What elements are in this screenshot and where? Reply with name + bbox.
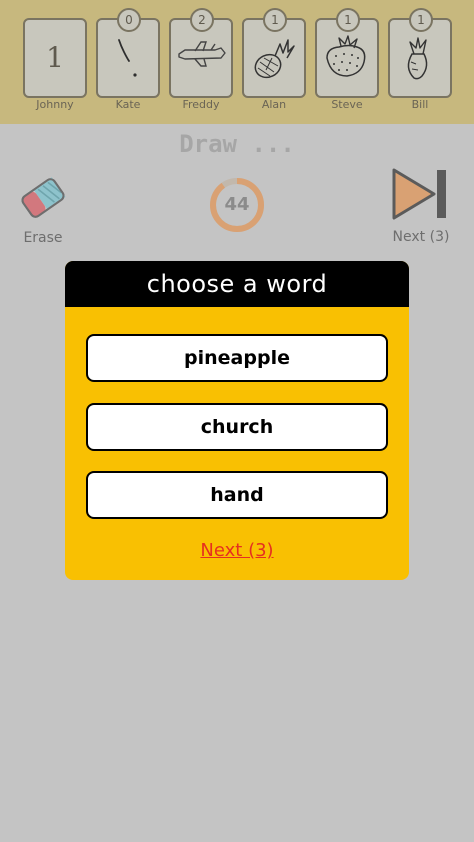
- player-name: Alan: [261, 98, 287, 111]
- next-label: Next (3): [392, 229, 450, 245]
- player-steve[interactable]: 1 Steve: [315, 0, 379, 124]
- player-bill[interactable]: 1 Bill: [388, 0, 452, 124]
- player-name: Bill: [411, 98, 429, 111]
- skip-next-icon: [392, 168, 446, 220]
- dialog-next-link[interactable]: Next (3): [65, 540, 409, 561]
- word-option-button[interactable]: hand: [86, 471, 388, 519]
- score-badge: 1: [409, 8, 433, 32]
- word-option-button[interactable]: pineapple: [86, 334, 388, 382]
- eraser-icon: [21, 177, 66, 218]
- countdown-timer: 44: [208, 176, 266, 234]
- score-badge: 0: [117, 8, 141, 32]
- player-freddy[interactable]: 2 Freddy: [169, 0, 233, 124]
- player-alan[interactable]: 1 Alan: [242, 0, 306, 124]
- dialog-title: choose a word: [65, 261, 409, 307]
- player-name: Kate: [115, 98, 141, 111]
- word-option-button[interactable]: church: [86, 403, 388, 451]
- erase-button[interactable]: Erase: [14, 168, 72, 252]
- timer-value: 44: [224, 194, 250, 215]
- score-badge: 1: [336, 8, 360, 32]
- player-johnny[interactable]: 1 Johnny: [23, 0, 87, 124]
- player-name: Johnny: [36, 98, 74, 111]
- score-badge: 2: [190, 8, 214, 32]
- player-bar: 1 Johnny 0 Kate 2 Freddy 1 Alan 1 Steve …: [0, 0, 474, 124]
- player-kate[interactable]: 0 Kate: [96, 0, 160, 124]
- player-rank: 1: [46, 41, 64, 74]
- player-name: Freddy: [182, 98, 220, 111]
- next-button[interactable]: Next (3): [384, 166, 458, 252]
- choose-word-dialog: choose a word pineapple church hand Next…: [65, 261, 409, 580]
- score-badge: 1: [263, 8, 287, 32]
- player-name: Steve: [331, 98, 363, 111]
- draw-title: Draw ...: [179, 130, 295, 158]
- erase-label: Erase: [23, 230, 63, 246]
